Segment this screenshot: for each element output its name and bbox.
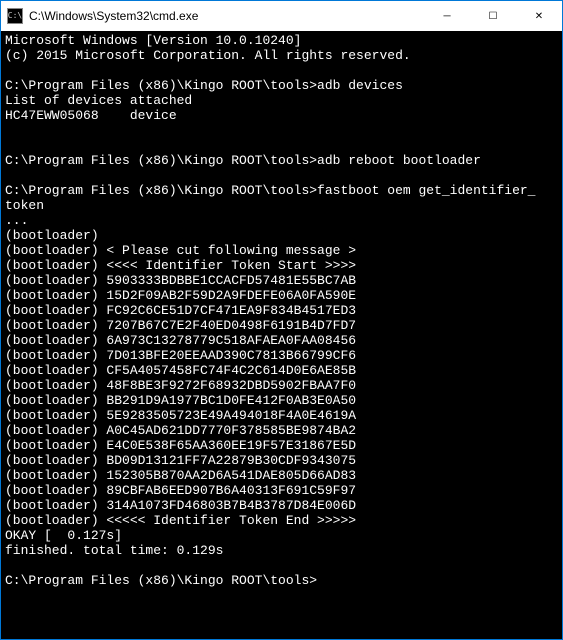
close-button[interactable]: ✕ bbox=[516, 1, 562, 31]
window-controls: ─ ☐ ✕ bbox=[424, 1, 562, 31]
terminal-line: ... bbox=[5, 213, 558, 228]
cmd-icon-text: C:\ bbox=[8, 12, 22, 20]
minimize-button[interactable]: ─ bbox=[424, 1, 470, 31]
terminal-line: token bbox=[5, 198, 558, 213]
terminal-line: (bootloader) 48F8BE3F9272F68932DBD5902FB… bbox=[5, 378, 558, 393]
terminal-line bbox=[5, 63, 558, 78]
terminal-line: (bootloader) BB291D9A1977BC1D0FE412F0AB3… bbox=[5, 393, 558, 408]
terminal-line: C:\Program Files (x86)\Kingo ROOT\tools>… bbox=[5, 153, 558, 168]
terminal-line: (bootloader) 5903333BDBBE1CCACFD57481E55… bbox=[5, 273, 558, 288]
terminal-line: (bootloader) FC92C6CE51D7CF471EA9F834B45… bbox=[5, 303, 558, 318]
terminal-line: C:\Program Files (x86)\Kingo ROOT\tools> bbox=[5, 573, 558, 588]
terminal-line: (bootloader) bbox=[5, 228, 558, 243]
terminal-line: Microsoft Windows [Version 10.0.10240] bbox=[5, 33, 558, 48]
terminal-line: (bootloader) 152305B870AA2D6A541DAE805D6… bbox=[5, 468, 558, 483]
cmd-icon: C:\ bbox=[7, 8, 23, 24]
terminal-line: (bootloader) < Please cut following mess… bbox=[5, 243, 558, 258]
terminal-line: (bootloader) A0C45AD621DD7770F378585BE98… bbox=[5, 423, 558, 438]
terminal-line: (bootloader) 7D013BFE20EEAAD390C7813B667… bbox=[5, 348, 558, 363]
terminal-line bbox=[5, 123, 558, 138]
terminal-line bbox=[5, 558, 558, 573]
terminal-line: (bootloader) E4C0E538F65AA360EE19F57E318… bbox=[5, 438, 558, 453]
terminal-line: List of devices attached bbox=[5, 93, 558, 108]
terminal-line: HC47EWW05068 device bbox=[5, 108, 558, 123]
terminal-line: C:\Program Files (x86)\Kingo ROOT\tools>… bbox=[5, 183, 558, 198]
cmd-window: C:\ C:\Windows\System32\cmd.exe ─ ☐ ✕ Mi… bbox=[0, 0, 563, 640]
terminal-line: (bootloader) 6A973C13278779C518AFAEA0FAA… bbox=[5, 333, 558, 348]
window-title: C:\Windows\System32\cmd.exe bbox=[29, 9, 424, 23]
terminal-line: (bootloader) CF5A4057458FC74F4C2C614D0E6… bbox=[5, 363, 558, 378]
terminal-line: OKAY [ 0.127s] bbox=[5, 528, 558, 543]
terminal-line: (bootloader) <<<<< Identifier Token End … bbox=[5, 513, 558, 528]
terminal-output[interactable]: Microsoft Windows [Version 10.0.10240](c… bbox=[1, 31, 562, 639]
terminal-line: (bootloader) <<<< Identifier Token Start… bbox=[5, 258, 558, 273]
terminal-line: (c) 2015 Microsoft Corporation. All righ… bbox=[5, 48, 558, 63]
terminal-line: (bootloader) 15D2F09AB2F59D2A9FDEFE06A0F… bbox=[5, 288, 558, 303]
terminal-line: C:\Program Files (x86)\Kingo ROOT\tools>… bbox=[5, 78, 558, 93]
terminal-line bbox=[5, 138, 558, 153]
maximize-button[interactable]: ☐ bbox=[470, 1, 516, 31]
terminal-line bbox=[5, 168, 558, 183]
terminal-line: (bootloader) 5E9283505723E49A494018F4A0E… bbox=[5, 408, 558, 423]
terminal-line: (bootloader) 7207B67C7E2F40ED0498F6191B4… bbox=[5, 318, 558, 333]
terminal-line: (bootloader) 89CBFAB6EED907B6A40313F691C… bbox=[5, 483, 558, 498]
terminal-line: (bootloader) 314A1073FD46803B7B4B3787D84… bbox=[5, 498, 558, 513]
terminal-line: finished. total time: 0.129s bbox=[5, 543, 558, 558]
titlebar[interactable]: C:\ C:\Windows\System32\cmd.exe ─ ☐ ✕ bbox=[1, 1, 562, 31]
terminal-line: (bootloader) BD09D13121FF7A22879B30CDF93… bbox=[5, 453, 558, 468]
